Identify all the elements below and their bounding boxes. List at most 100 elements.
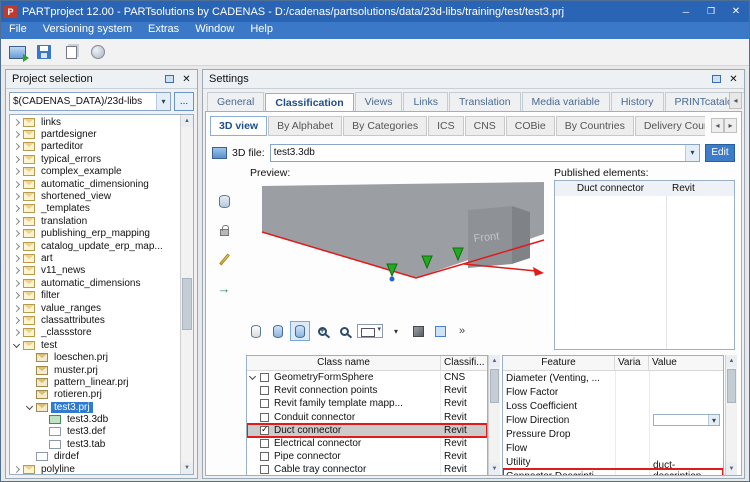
class-checkbox[interactable] xyxy=(260,465,269,474)
tree-item-templates[interactable]: _templates xyxy=(10,203,180,215)
class-checkbox[interactable] xyxy=(260,426,269,435)
toolbar-button-globe-icon[interactable] xyxy=(87,41,109,63)
chevron-right-icon[interactable] xyxy=(11,179,22,190)
scroll-up-button[interactable] xyxy=(181,115,193,127)
subtab-by-categories[interactable]: By Categories xyxy=(343,116,427,136)
chevron-down-icon[interactable] xyxy=(24,402,35,413)
close-panel-button[interactable] xyxy=(726,73,741,86)
viewer-button-database-icon[interactable] xyxy=(246,321,266,341)
chevron-down-icon[interactable] xyxy=(247,372,258,383)
class-row-revit-family-template-mapp[interactable]: Revit family template mapp...Revit xyxy=(247,397,487,410)
scroll-thumb[interactable] xyxy=(490,369,499,403)
float-panel-button[interactable] xyxy=(162,73,177,86)
tree-item-value-ranges[interactable]: value_ranges xyxy=(10,302,180,314)
class-row-geometryformsphere[interactable]: GeometryFormSphereCNS xyxy=(247,371,487,384)
viewer-button-database-active-icon[interactable] xyxy=(290,321,310,341)
3d-file-select[interactable]: test3.3db xyxy=(270,144,700,162)
value-dropdown[interactable] xyxy=(653,414,720,426)
maximize-button[interactable] xyxy=(701,3,721,20)
close-button[interactable] xyxy=(726,3,746,20)
tree-item-art[interactable]: art xyxy=(10,252,180,264)
chevron-right-icon[interactable] xyxy=(11,141,22,152)
chevron-right-icon[interactable] xyxy=(11,228,22,239)
menu-versioning-system[interactable]: Versioning system xyxy=(35,22,140,39)
tab-links[interactable]: Links xyxy=(403,92,448,111)
subtab-by-countries[interactable]: By Countries xyxy=(556,116,634,136)
scroll-thumb[interactable] xyxy=(727,369,736,403)
tree-item-rotieren-prj[interactable]: rotieren.prj xyxy=(10,389,180,401)
toolbar-button-save-icon[interactable] xyxy=(33,41,55,63)
scroll-down-button[interactable] xyxy=(726,463,737,475)
scroll-down-button[interactable] xyxy=(489,463,500,475)
feature-row-connector-descripti[interactable]: Connector Descripti...duct-description-f… xyxy=(503,469,723,475)
tree-item-dirdef[interactable]: dirdef xyxy=(10,451,180,463)
feature-table-scrollbar[interactable] xyxy=(725,355,737,475)
subtab-scroll-right-button[interactable] xyxy=(724,118,737,133)
chevron-right-icon[interactable] xyxy=(11,303,22,314)
menu-window[interactable]: Window xyxy=(187,22,242,39)
viewer-button-callout-dropdown[interactable] xyxy=(356,321,384,341)
class-row-revit-connection-points[interactable]: Revit connection pointsRevit xyxy=(247,384,487,397)
close-panel-button[interactable] xyxy=(179,73,194,86)
tree-item-shortened-view[interactable]: shortened_view xyxy=(10,190,180,202)
tree-item-polyline[interactable]: polyline xyxy=(10,463,180,474)
subtab-ics[interactable]: ICS xyxy=(428,116,464,136)
viewer-button-more-icon[interactable] xyxy=(452,321,472,341)
chevron-right-icon[interactable] xyxy=(11,117,22,128)
tab-media-variable[interactable]: Media variable xyxy=(522,92,610,111)
tree-item-classattributes[interactable]: classattributes xyxy=(10,314,180,326)
3d-preview[interactable]: Front xyxy=(246,180,546,316)
tab-scroll-button[interactable] xyxy=(729,92,742,109)
menu-file[interactable]: File xyxy=(1,22,35,39)
class-row-pipe-connector[interactable]: Pipe connectorRevit xyxy=(247,450,487,463)
viewer-button-cube-blue-icon[interactable] xyxy=(430,321,450,341)
tree-item-loeschen-prj[interactable]: loeschen.prj xyxy=(10,351,180,363)
scroll-thumb[interactable] xyxy=(182,278,192,330)
chevron-right-icon[interactable] xyxy=(11,191,22,202)
tab-translation[interactable]: Translation xyxy=(449,92,521,111)
tab-views[interactable]: Views xyxy=(355,92,403,111)
chevron-right-icon[interactable] xyxy=(11,129,22,140)
tree-scrollbar[interactable] xyxy=(180,115,193,474)
tab-general[interactable]: General xyxy=(207,92,264,111)
class-checkbox[interactable] xyxy=(260,386,269,395)
chevron-right-icon[interactable] xyxy=(11,154,22,165)
feature-row-flow-direction[interactable]: Flow Direction xyxy=(503,413,723,427)
tree-item-complex-example[interactable]: complex_example xyxy=(10,166,180,178)
scroll-up-button[interactable] xyxy=(489,355,500,367)
tree-item-catalog-update-erp-map[interactable]: catalog_update_erp_map... xyxy=(10,240,180,252)
subtab-3d-view[interactable]: 3D view xyxy=(210,116,267,136)
side-button-export-icon[interactable] xyxy=(215,279,233,297)
scroll-up-button[interactable] xyxy=(726,355,737,367)
tree-item-automatic-dimensioning[interactable]: automatic_dimensioning xyxy=(10,178,180,190)
menu-extras[interactable]: Extras xyxy=(140,22,187,39)
class-checkbox[interactable] xyxy=(260,413,269,422)
class-name-header[interactable]: Class name xyxy=(247,356,441,370)
subtab-cobie[interactable]: COBie xyxy=(506,116,555,136)
feature-header[interactable]: Feature xyxy=(503,356,615,370)
menu-help[interactable]: Help xyxy=(242,22,281,39)
variable-header[interactable]: Varia xyxy=(615,356,649,370)
subtab-cns[interactable]: CNS xyxy=(465,116,505,136)
class-row-duct-connector[interactable]: Duct connectorRevit xyxy=(247,424,487,437)
chevron-right-icon[interactable] xyxy=(11,253,22,264)
scroll-track[interactable] xyxy=(181,127,193,462)
subtab-delivery-countries[interactable]: Delivery Countries xyxy=(635,116,705,136)
class-row-conduit-connector[interactable]: Conduit connectorRevit xyxy=(247,411,487,424)
value-header[interactable]: Value xyxy=(649,356,723,370)
scroll-track[interactable] xyxy=(489,367,500,463)
chevron-right-icon[interactable] xyxy=(11,265,22,276)
published-row-duct-connector[interactable]: Duct connectorRevit xyxy=(555,181,734,196)
tree-item-test3-prj[interactable]: test3.prj xyxy=(10,401,180,413)
viewer-button-zoom-in-icon[interactable] xyxy=(312,321,332,341)
chevron-right-icon[interactable] xyxy=(11,241,22,252)
float-panel-button[interactable] xyxy=(709,73,724,86)
tab-classification[interactable]: Classification xyxy=(265,93,353,111)
viewer-button-arrow-down-icon[interactable] xyxy=(386,321,406,341)
minimize-button[interactable] xyxy=(676,3,696,20)
chevron-right-icon[interactable] xyxy=(11,290,22,301)
tree-item-publishing-erp-mapping[interactable]: publishing_erp_mapping xyxy=(10,228,180,240)
browse-button[interactable]: ... xyxy=(174,92,194,111)
chevron-down-icon[interactable] xyxy=(708,415,719,425)
chevron-right-icon[interactable] xyxy=(11,327,22,338)
